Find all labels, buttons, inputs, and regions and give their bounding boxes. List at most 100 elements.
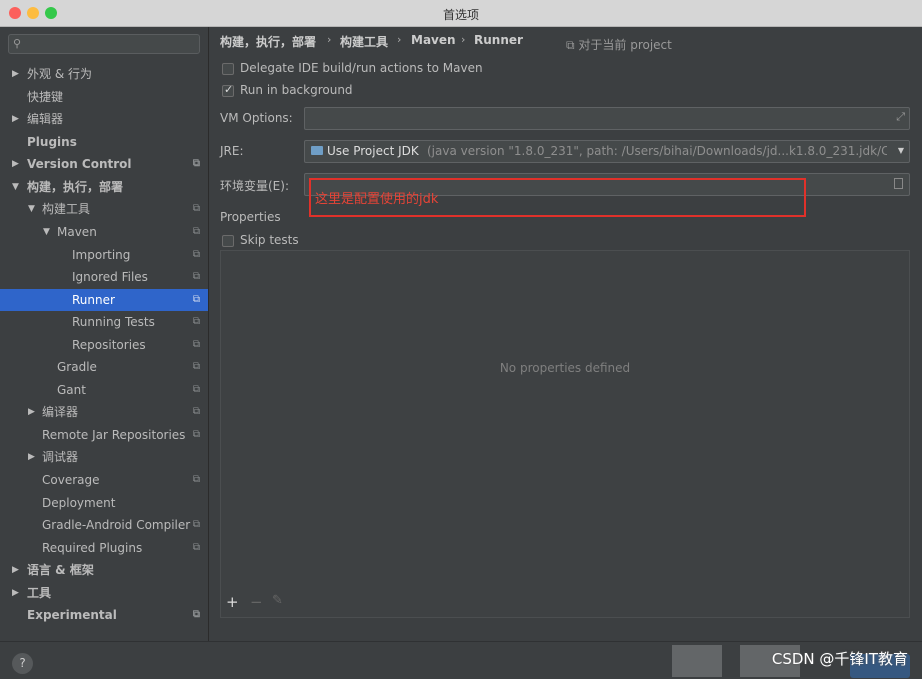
sidebar-item-running-tests[interactable]: Running Tests ⧉ <box>0 311 208 333</box>
document-icon[interactable] <box>894 178 903 189</box>
bottom-bar: ? CSDN @千锋IT教育 <box>0 641 922 679</box>
run-in-background-label[interactable]: Run in background <box>240 83 353 97</box>
environment-variables-label: 环境变量(E): <box>220 179 289 193</box>
remove-icon[interactable]: − <box>250 593 263 611</box>
sidebar-item-label: 外观 & 行为 <box>27 67 92 81</box>
edit-icon[interactable]: ✎ <box>272 593 283 608</box>
watermark: CSDN @千锋IT教育 <box>771 650 908 668</box>
jre-selected-value: Use Project JDK <box>327 144 419 158</box>
chevron-down-icon[interactable]: ▼ <box>43 221 50 243</box>
sidebar-item-label: Remote Jar Repositories <box>42 428 186 442</box>
sidebar-item-build-tools[interactable]: ▼ 构建工具 ⧉ <box>0 198 208 220</box>
skip-tests-checkbox[interactable] <box>222 235 234 247</box>
search-icon: ⚲ <box>13 37 22 50</box>
sidebar-item-deployment[interactable]: Deployment <box>0 492 208 514</box>
breadcrumb-separator: › <box>397 33 402 46</box>
expand-icon[interactable]: ⤢ <box>896 110 905 124</box>
sidebar-item-gradle-android-compiler[interactable]: Gradle-Android Compiler ⧉ <box>0 514 208 536</box>
sidebar-item-label: 语言 & 框架 <box>27 563 94 577</box>
title-bar: 首选项 <box>0 0 922 27</box>
sidebar-item-runner[interactable]: Runner ⧉ <box>0 289 208 311</box>
sidebar-item-label: Runner <box>72 293 115 307</box>
annotation-box: 这里是配置使用的jdk <box>309 178 806 217</box>
sidebar-item-label: Importing <box>72 248 131 262</box>
sidebar-item-gant[interactable]: Gant ⧉ <box>0 379 208 401</box>
jre-label: JRE: <box>220 144 244 158</box>
jre-select[interactable]: Use Project JDK (java version "1.8.0_231… <box>304 140 910 163</box>
chevron-right-icon[interactable]: ▶ <box>28 446 35 468</box>
sidebar-item-appearance-behavior[interactable]: ▶ 外观 & 行为 <box>0 63 208 85</box>
annotation-text: 这里是配置使用的jdk <box>315 192 439 207</box>
breadcrumb-item[interactable]: 构建，执行，部署 <box>220 33 316 50</box>
chevron-right-icon[interactable]: ▶ <box>12 582 19 604</box>
sidebar-item-label: 工具 <box>27 586 52 600</box>
chevron-right-icon[interactable]: ▶ <box>12 153 19 175</box>
chevron-down-icon[interactable]: ▼ <box>28 198 35 220</box>
sidebar-item-languages-frameworks[interactable]: ▶ 语言 & 框架 <box>0 559 208 581</box>
properties-table[interactable]: No properties defined <box>220 250 910 618</box>
sidebar-item-label: Deployment <box>42 496 116 510</box>
sidebar-item-label: Required Plugins <box>42 541 143 555</box>
breadcrumb-item[interactable]: Maven <box>411 33 456 47</box>
sidebar-item-version-control[interactable]: ▶ Version Control ⧉ <box>0 153 208 175</box>
chevron-down-icon[interactable]: ▼ <box>12 176 19 198</box>
sidebar-item-label: Gradle-Android Compiler <box>42 518 191 532</box>
sidebar-item-label: Running Tests <box>72 315 155 329</box>
vm-options-label: VM Options: <box>220 111 293 125</box>
chevron-right-icon[interactable]: ▶ <box>12 63 19 85</box>
sidebar-item-required-plugins[interactable]: Required Plugins ⧉ <box>0 537 208 559</box>
help-button[interactable]: ? <box>12 653 33 674</box>
add-icon[interactable]: + <box>226 593 239 611</box>
sidebar-item-gradle[interactable]: Gradle ⧉ <box>0 356 208 378</box>
sidebar-item-ignored-files[interactable]: Ignored Files ⧉ <box>0 266 208 288</box>
settings-search-input[interactable]: ⚲ <box>8 34 200 54</box>
sidebar-item-label: Plugins <box>27 135 77 149</box>
project-scope-icon: ⧉ <box>192 249 200 260</box>
sidebar-item-editor[interactable]: ▶ 编辑器 <box>0 108 208 130</box>
project-scope-note: ⧉ 对于当前 project <box>566 38 672 52</box>
sidebar-item-label: 编辑器 <box>27 112 64 126</box>
sidebar-item-experimental[interactable]: Experimental ⧉ <box>0 604 208 626</box>
jdk-folder-icon <box>311 146 323 155</box>
sidebar-item-tools[interactable]: ▶ 工具 <box>0 582 208 604</box>
project-scope-icon: ⧉ <box>192 474 200 485</box>
sidebar-item-label: Gant <box>57 383 86 397</box>
sidebar-item-label: Repositories <box>72 338 146 352</box>
sidebar-item-label: 构建工具 <box>42 202 91 216</box>
chevron-down-icon[interactable]: ▼ <box>898 146 904 155</box>
check-icon: ✓ <box>224 83 234 96</box>
sidebar-item-label: 快捷键 <box>27 90 64 104</box>
project-scope-icon: ⧉ <box>192 316 200 327</box>
obscured-region <box>672 645 722 677</box>
breadcrumb-item[interactable]: 构建工具 <box>340 33 388 50</box>
chevron-right-icon[interactable]: ▶ <box>12 559 19 581</box>
sidebar-item-build-execution-deployment[interactable]: ▼ 构建，执行，部署 <box>0 176 208 198</box>
runner-settings-panel: 构建，执行，部署 › 构建工具 › Maven › Runner ⧉ 对于当前 … <box>209 27 922 641</box>
chevron-right-icon[interactable]: ▶ <box>28 401 35 423</box>
project-scope-icon: ⧉ <box>192 226 200 237</box>
sidebar-item-compiler[interactable]: ▶ 编译器 ⧉ <box>0 401 208 423</box>
sidebar-item-label: Ignored Files <box>72 270 148 284</box>
project-scope-icon: ⧉ <box>192 609 200 620</box>
sidebar-item-plugins[interactable]: Plugins <box>0 131 208 153</box>
sidebar-item-label: 构建，执行，部署 <box>27 180 124 194</box>
project-scope-icon: ⧉ <box>192 271 200 282</box>
delegate-build-checkbox[interactable] <box>222 63 234 75</box>
sidebar-item-debugger[interactable]: ▶ 调试器 <box>0 446 208 468</box>
run-in-background-checkbox[interactable]: ✓ <box>222 83 234 97</box>
sidebar-item-coverage[interactable]: Coverage ⧉ <box>0 469 208 491</box>
delegate-build-label[interactable]: Delegate IDE build/run actions to Maven <box>240 61 483 75</box>
chevron-right-icon[interactable]: ▶ <box>12 108 19 130</box>
sidebar-item-importing[interactable]: Importing ⧉ <box>0 244 208 266</box>
empty-properties-text: No properties defined <box>499 361 631 375</box>
sidebar-item-maven[interactable]: ▼ Maven ⧉ <box>0 221 208 243</box>
sidebar-item-remote-jar-repositories[interactable]: Remote Jar Repositories ⧉ <box>0 424 208 446</box>
sidebar-item-keymap[interactable]: 快捷键 <box>0 86 208 108</box>
project-scope-icon: ⧉ <box>192 542 200 553</box>
settings-sidebar: ⚲ ▶ 外观 & 行为 快捷键 ▶ 编辑器 Plugins ▶ Version … <box>0 27 209 641</box>
skip-tests-label[interactable]: Skip tests <box>240 233 299 247</box>
sidebar-item-repositories[interactable]: Repositories ⧉ <box>0 334 208 356</box>
sidebar-item-label: Maven <box>57 225 97 239</box>
vm-options-field[interactable]: ⤢ <box>304 107 910 130</box>
window-title: 首选项 <box>442 8 479 22</box>
